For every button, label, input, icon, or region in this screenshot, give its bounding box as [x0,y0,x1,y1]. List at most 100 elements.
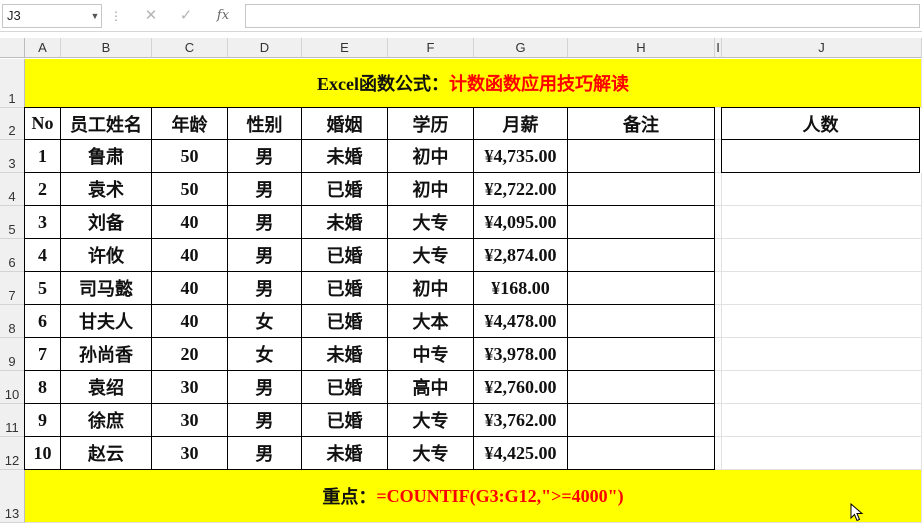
table-cell[interactable]: 2 [25,173,61,206]
table-cell[interactable]: 徐庶 [61,404,152,437]
count-result-cell[interactable] [722,140,920,173]
table-cell[interactable] [568,140,715,173]
table-cell[interactable]: 甘夫人 [61,305,152,338]
row-header-12[interactable]: 12 [0,437,25,470]
table-cell[interactable]: 未婚 [302,437,388,470]
table-cell[interactable]: ¥4,425.00 [474,437,568,470]
table-cell[interactable]: 袁术 [61,173,152,206]
column-header-c[interactable]: C [152,38,228,58]
table-cell[interactable]: 40 [152,305,228,338]
table-cell[interactable]: 10 [25,437,61,470]
table-cell[interactable] [568,338,715,371]
cell-i9[interactable] [715,338,722,371]
table-cell[interactable]: 40 [152,206,228,239]
table-cell[interactable]: 大本 [388,305,474,338]
table-cell[interactable]: ¥2,722.00 [474,173,568,206]
column-header-b[interactable]: B [61,38,152,58]
formula-input[interactable] [245,4,920,28]
cell-i10[interactable] [715,371,722,404]
column-header-i[interactable]: I [715,38,722,58]
table-cell[interactable] [568,305,715,338]
column-header-g[interactable]: G [474,38,568,58]
table-cell[interactable]: 男 [228,404,302,437]
table-cell[interactable]: 未婚 [302,338,388,371]
table-cell[interactable]: 初中 [388,272,474,305]
table-cell[interactable]: 袁绍 [61,371,152,404]
cancel-icon[interactable]: ✕ [138,5,164,27]
column-header-e[interactable]: E [302,38,388,58]
cell-j7[interactable] [722,272,922,305]
table-cell[interactable]: 40 [152,239,228,272]
table-cell[interactable]: ¥2,874.00 [474,239,568,272]
cell-j9[interactable] [722,338,922,371]
table-cell[interactable]: 4 [25,239,61,272]
table-cell[interactable]: 孙尚香 [61,338,152,371]
table-cell[interactable]: ¥2,760.00 [474,371,568,404]
row-header-13[interactable]: 13 [0,470,25,523]
row-header-7[interactable]: 7 [0,272,25,305]
row-header-8[interactable]: 8 [0,305,25,338]
cell-j10[interactable] [722,371,922,404]
table-cell[interactable]: ¥4,735.00 [474,140,568,173]
chevron-down-icon[interactable]: ▼ [88,4,102,28]
column-header-d[interactable]: D [228,38,302,58]
table-cell[interactable]: ¥3,762.00 [474,404,568,437]
cell-i6[interactable] [715,239,722,272]
table-cell[interactable]: 6 [25,305,61,338]
table-cell[interactable]: 大专 [388,404,474,437]
table-cell[interactable]: 刘备 [61,206,152,239]
table-header-2[interactable]: 员工姓名 [61,108,152,140]
table-cell[interactable]: 司马懿 [61,272,152,305]
table-header-1[interactable]: No [25,108,61,140]
table-cell[interactable]: 男 [228,371,302,404]
table-cell[interactable]: 中专 [388,338,474,371]
table-cell[interactable] [568,239,715,272]
table-cell[interactable]: ¥3,978.00 [474,338,568,371]
row-header-10[interactable]: 10 [0,371,25,404]
table-cell[interactable]: 男 [228,206,302,239]
table-cell[interactable]: 鲁肃 [61,140,152,173]
table-cell[interactable] [568,371,715,404]
column-header-h[interactable]: H [568,38,715,58]
table-cell[interactable]: 9 [25,404,61,437]
table-cell[interactable]: 赵云 [61,437,152,470]
table-cell[interactable]: ¥4,478.00 [474,305,568,338]
row-header-5[interactable]: 5 [0,206,25,239]
row-header-9[interactable]: 9 [0,338,25,371]
table-cell[interactable]: 30 [152,437,228,470]
table-cell[interactable]: 已婚 [302,305,388,338]
table-cell[interactable]: 男 [228,173,302,206]
table-cell[interactable]: 男 [228,140,302,173]
table-cell[interactable]: 20 [152,338,228,371]
table-cell[interactable]: 大专 [388,206,474,239]
table-cell[interactable]: 未婚 [302,140,388,173]
table-header-3[interactable]: 年龄 [152,108,228,140]
cell-j4[interactable] [722,173,922,206]
column-header-a[interactable]: A [25,38,61,58]
table-cell[interactable]: 大专 [388,239,474,272]
row-header-4[interactable]: 4 [0,173,25,206]
table-header-8[interactable]: 备注 [568,108,715,140]
cell-j8[interactable] [722,305,922,338]
table-cell[interactable]: 3 [25,206,61,239]
cell-i11[interactable] [715,404,722,437]
cell-j5[interactable] [722,206,922,239]
table-cell[interactable]: 已婚 [302,371,388,404]
table-cell[interactable]: 5 [25,272,61,305]
table-cell[interactable] [568,437,715,470]
enter-check-icon[interactable]: ✓ [173,5,199,27]
more-options-icon[interactable]: ⋮ [110,6,122,26]
cell-j12[interactable] [722,437,922,470]
row-header-2[interactable]: 2 [0,108,25,140]
table-cell[interactable] [568,206,715,239]
row-header-11[interactable]: 11 [0,404,25,437]
table-cell[interactable]: 女 [228,338,302,371]
table-cell[interactable]: 未婚 [302,206,388,239]
table-cell[interactable]: ¥4,095.00 [474,206,568,239]
table-cell[interactable] [568,173,715,206]
table-cell[interactable]: 已婚 [302,404,388,437]
table-cell[interactable]: 高中 [388,371,474,404]
table-cell[interactable]: 已婚 [302,272,388,305]
table-cell[interactable]: 40 [152,272,228,305]
name-box[interactable]: J3 [2,4,102,28]
